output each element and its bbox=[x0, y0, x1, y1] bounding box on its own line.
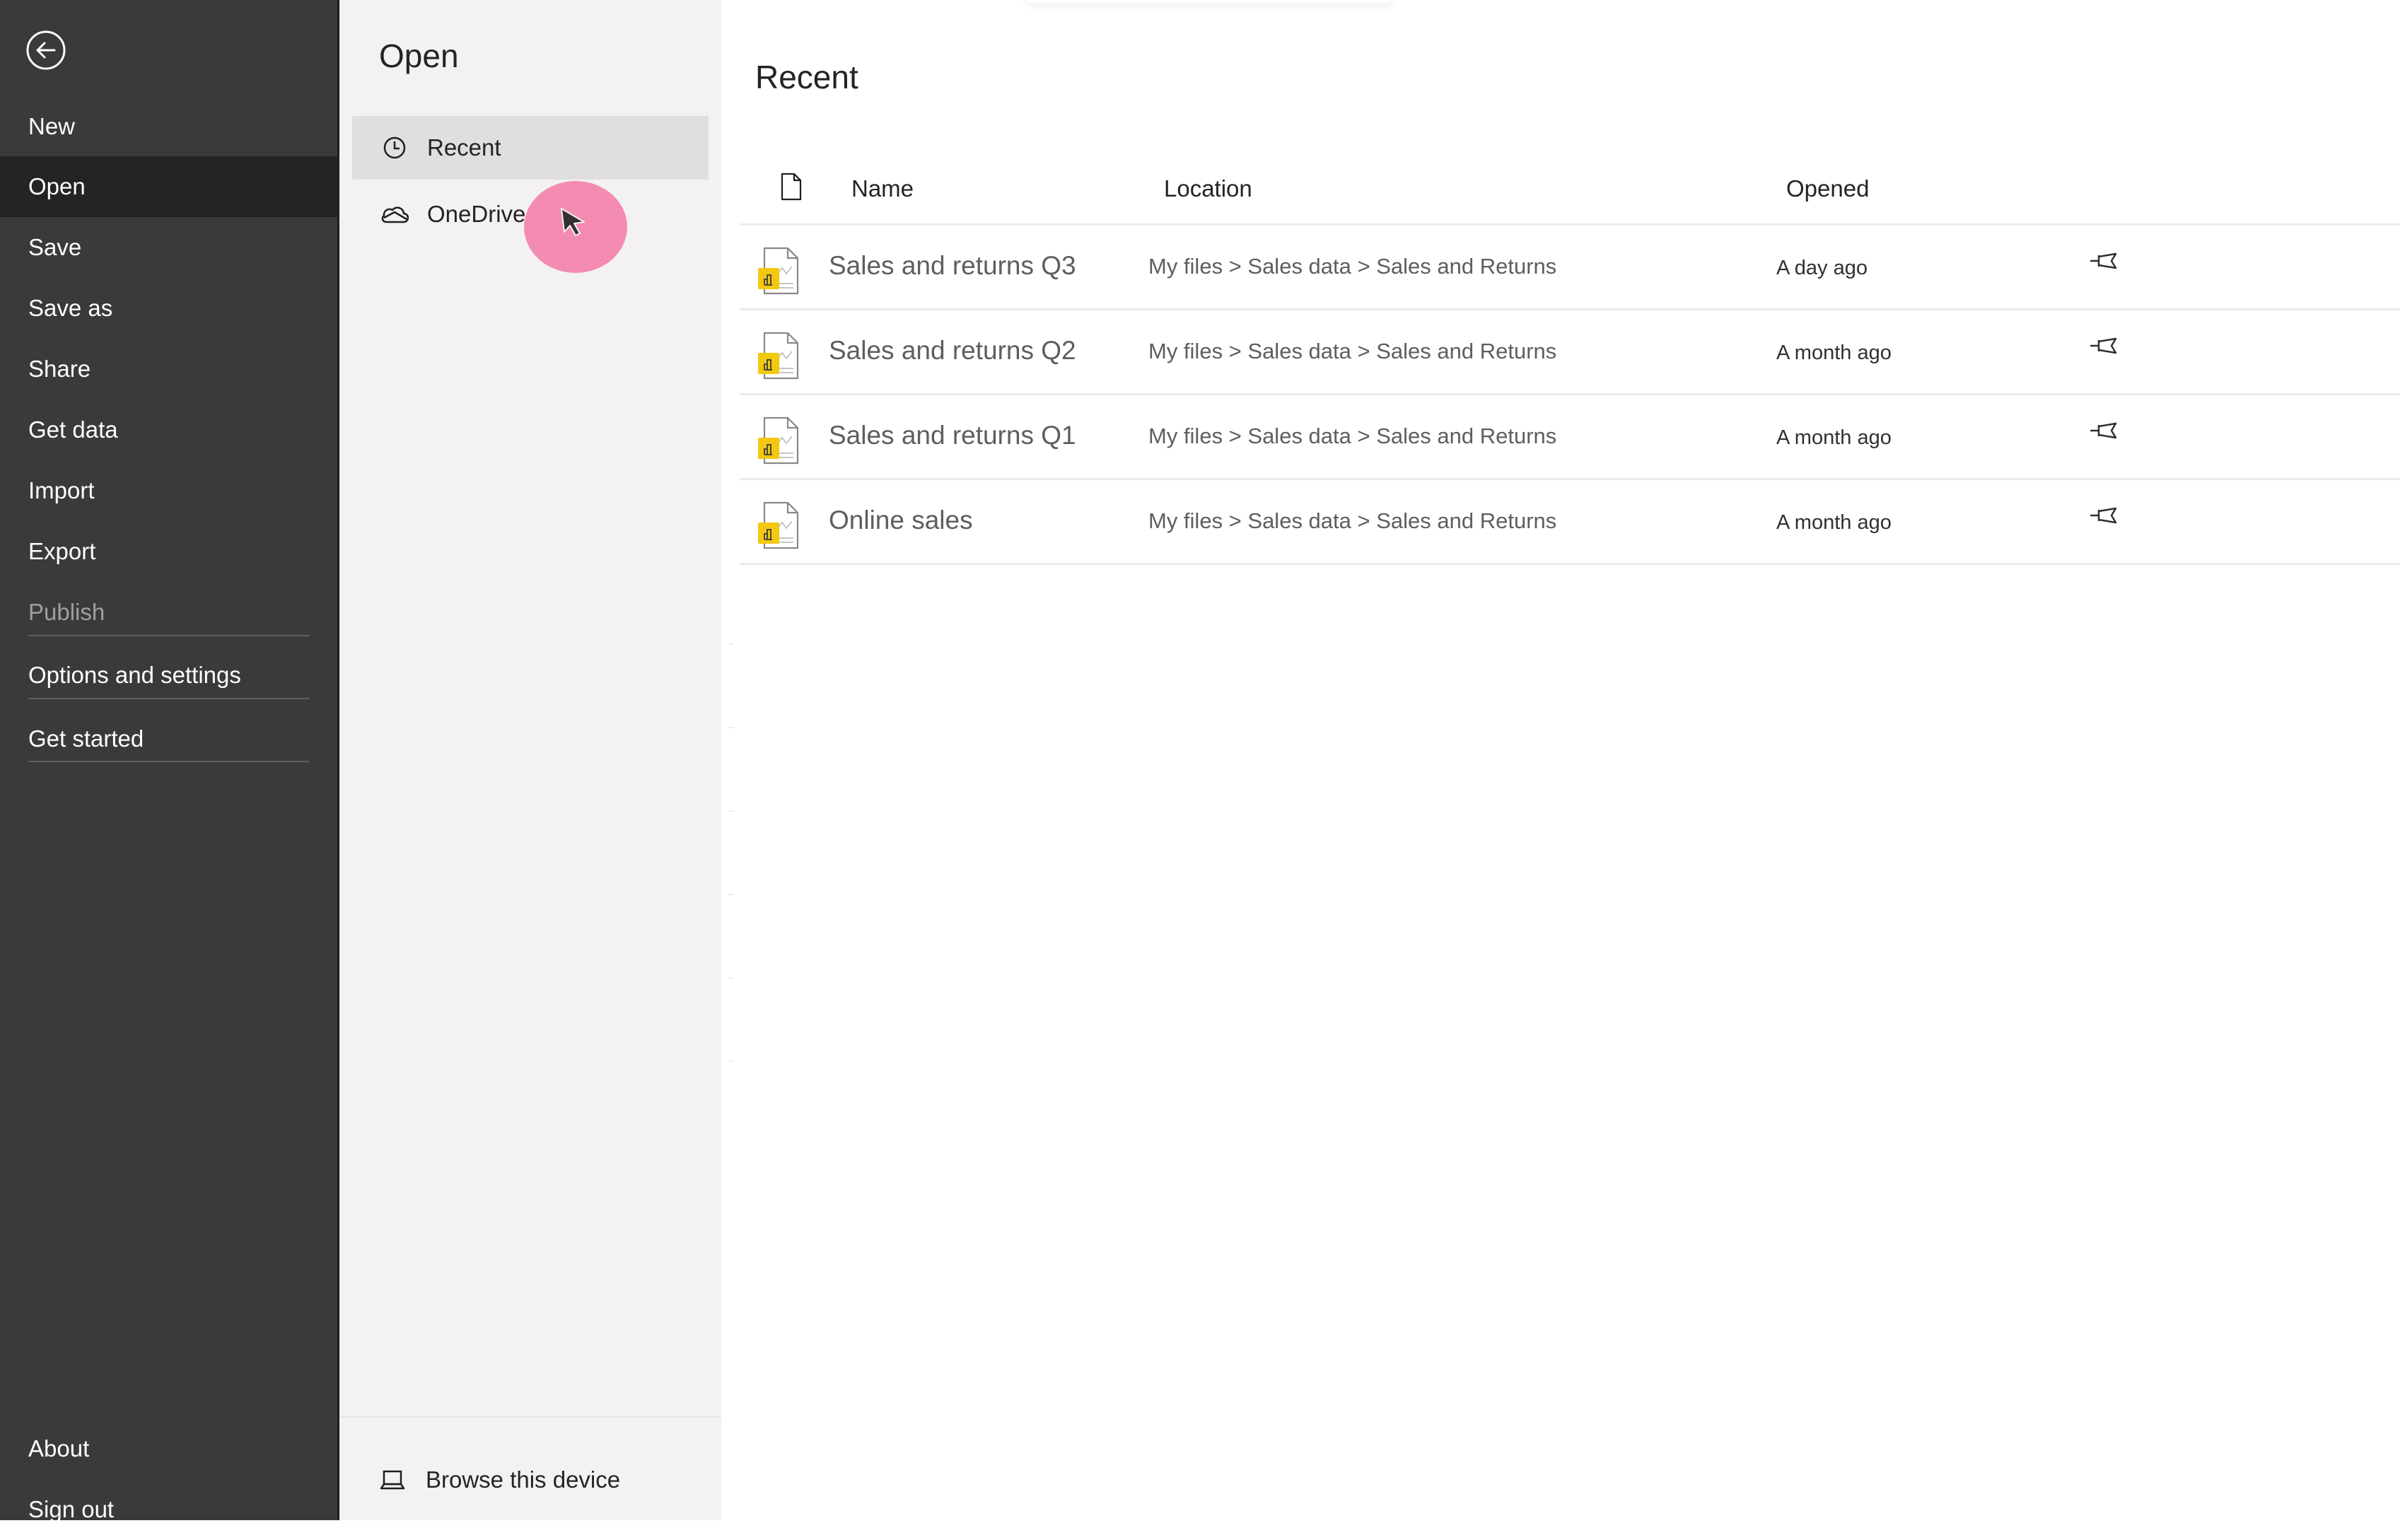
pin-icon[interactable] bbox=[2089, 418, 2120, 443]
browse-this-device-button[interactable]: Browse this device bbox=[379, 1455, 620, 1505]
powerbi-report-icon bbox=[758, 501, 800, 549]
table-row[interactable]: Online sales My files > Sales data > Sal… bbox=[740, 480, 2400, 565]
cloud-icon bbox=[380, 200, 409, 228]
file-location: My files > Sales data > Sales and Return… bbox=[1148, 424, 1557, 448]
nav-divider bbox=[28, 698, 310, 699]
placeholder-mark bbox=[728, 894, 734, 895]
nav-label: Save bbox=[28, 234, 82, 260]
pane-divider bbox=[339, 1416, 721, 1418]
file-location: My files > Sales data > Sales and Return… bbox=[1148, 254, 1557, 279]
nav-export[interactable]: Export bbox=[0, 521, 337, 582]
location-label: Recent bbox=[427, 134, 501, 161]
placeholder-mark bbox=[728, 977, 734, 979]
pin-icon[interactable] bbox=[2089, 333, 2120, 358]
column-header-opened[interactable]: Opened bbox=[1786, 175, 1869, 202]
table-header: Name Location Opened bbox=[740, 156, 2400, 226]
table-row[interactable]: Sales and returns Q3 My files > Sales da… bbox=[740, 226, 2400, 310]
column-header-name[interactable]: Name bbox=[851, 175, 914, 202]
nav-divider bbox=[28, 635, 310, 636]
location-label: OneDrive bbox=[427, 201, 526, 227]
powerbi-report-icon bbox=[758, 416, 800, 465]
pane-title: Open bbox=[379, 37, 459, 74]
nav-label: Export bbox=[28, 538, 96, 564]
powerbi-report-icon bbox=[758, 332, 800, 380]
mouse-cursor-icon bbox=[561, 208, 585, 236]
file-name: Sales and returns Q3 bbox=[829, 251, 1076, 280]
table-row[interactable]: Sales and returns Q2 My files > Sales da… bbox=[740, 310, 2400, 395]
clock-icon bbox=[380, 134, 409, 162]
column-header-location[interactable]: Location bbox=[1164, 175, 1252, 202]
nav-about[interactable]: About bbox=[0, 1418, 337, 1479]
nav-label: About bbox=[28, 1435, 90, 1462]
table-row[interactable]: Sales and returns Q1 My files > Sales da… bbox=[740, 395, 2400, 480]
back-arrow-icon bbox=[26, 30, 66, 70]
nav-label: Open bbox=[28, 173, 86, 199]
recent-files-panel: Recent Name Location Opened Sales and re… bbox=[721, 0, 2400, 1520]
placeholder-mark bbox=[728, 810, 734, 812]
back-button[interactable] bbox=[25, 30, 66, 71]
placeholder-mark bbox=[728, 727, 734, 728]
nav-save[interactable]: Save bbox=[0, 217, 337, 278]
backstage-sidebar: New Open Save Save as Share Get data Imp… bbox=[0, 0, 337, 1522]
recent-title: Recent bbox=[755, 59, 858, 95]
laptop-icon bbox=[379, 1466, 407, 1494]
browse-label: Browse this device bbox=[426, 1466, 621, 1493]
pin-icon[interactable] bbox=[2089, 248, 2120, 274]
placeholder-mark bbox=[728, 1061, 734, 1062]
pin-icon[interactable] bbox=[2089, 503, 2120, 528]
nav-label: Options and settings bbox=[28, 662, 241, 688]
nav-label: Import bbox=[28, 477, 95, 503]
file-opened: A day ago bbox=[1776, 257, 1868, 279]
file-location: My files > Sales data > Sales and Return… bbox=[1148, 508, 1557, 533]
location-recent[interactable]: Recent bbox=[352, 116, 709, 180]
nav-label: New bbox=[28, 113, 76, 139]
nav-label: Share bbox=[28, 356, 91, 382]
recent-files-table: Name Location Opened Sales and returns Q… bbox=[740, 156, 2400, 565]
nav-label: Get started bbox=[28, 725, 144, 752]
nav-open[interactable]: Open bbox=[0, 156, 337, 217]
nav-label: Publish bbox=[28, 599, 105, 625]
file-opened: A month ago bbox=[1776, 511, 1892, 534]
nav-sign-out[interactable]: Sign out bbox=[0, 1479, 337, 1540]
placeholder-mark bbox=[728, 643, 734, 645]
nav-publish: Publish bbox=[0, 582, 337, 643]
nav-new[interactable]: New bbox=[0, 96, 337, 157]
nav-get-data[interactable]: Get data bbox=[0, 399, 337, 460]
nav-save-as[interactable]: Save as bbox=[0, 278, 337, 339]
nav-label: Sign out bbox=[28, 1496, 115, 1522]
nav-import[interactable]: Import bbox=[0, 460, 337, 521]
file-location: My files > Sales data > Sales and Return… bbox=[1148, 339, 1557, 363]
file-name: Sales and returns Q2 bbox=[829, 336, 1076, 365]
top-shadow bbox=[1025, 0, 1393, 3]
nav-options-settings[interactable]: Options and settings bbox=[0, 645, 337, 706]
nav-divider bbox=[28, 761, 310, 762]
powerbi-report-icon bbox=[758, 247, 800, 295]
nav-label: Get data bbox=[28, 416, 118, 443]
file-name: Online sales bbox=[829, 506, 973, 535]
file-opened: A month ago bbox=[1776, 426, 1892, 449]
nav-label: Save as bbox=[28, 295, 113, 321]
nav-share[interactable]: Share bbox=[0, 339, 337, 399]
file-opened: A month ago bbox=[1776, 342, 1892, 364]
file-type-icon bbox=[781, 173, 802, 206]
file-name: Sales and returns Q1 bbox=[829, 421, 1076, 450]
